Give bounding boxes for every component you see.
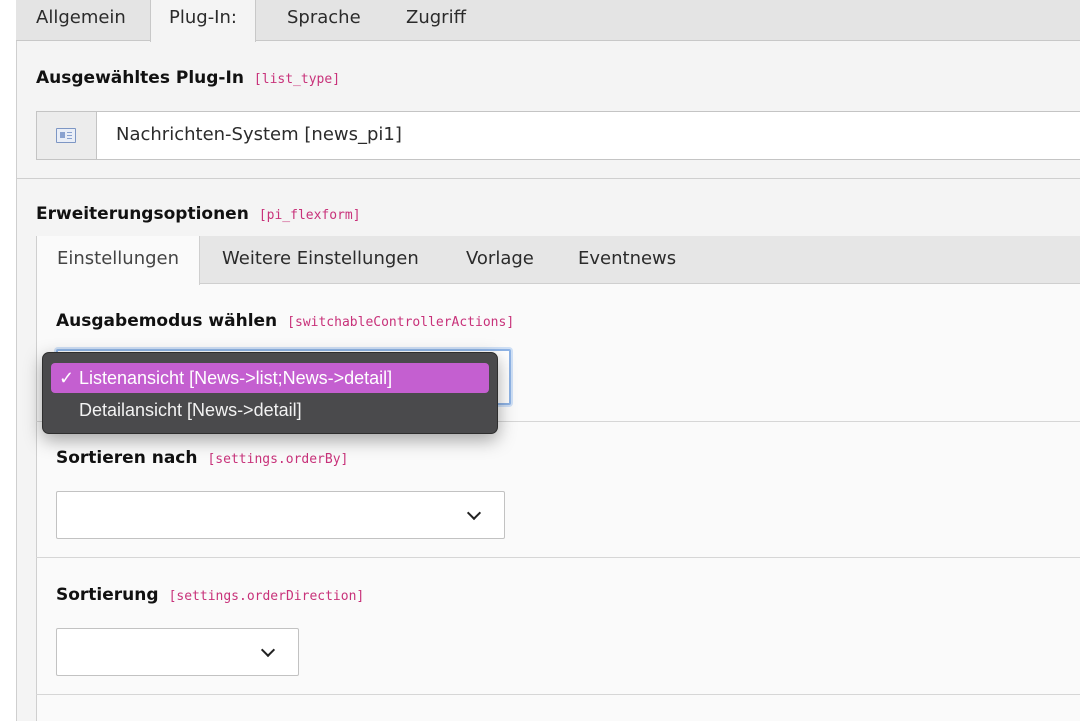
dropdown-option-label: Detailansicht [News->detail] <box>79 400 302 420</box>
plugin-field-label: Ausgewähltes Plug-In [list_type] <box>36 68 340 88</box>
chevron-down-icon <box>466 505 482 521</box>
flexform-key: [pi_flexform] <box>258 208 361 223</box>
tab-zugriff[interactable]: Zugriff <box>388 0 484 41</box>
order-direction-key: [settings.orderDirection] <box>168 589 365 604</box>
plugin-select[interactable]: Nachrichten-System [news_pi1] <box>36 111 1080 160</box>
flexform-label-text: Erweiterungsoptionen <box>36 204 249 224</box>
dropdown-option-label: Listenansicht [News->list;News->detail] <box>79 368 393 388</box>
field-divider <box>36 557 1080 558</box>
dropdown-option-listenansicht[interactable]: ✓ Listenansicht [News->list;News->detail… <box>51 363 489 393</box>
chevron-down-icon <box>260 642 276 658</box>
order-by-select[interactable] <box>56 491 505 539</box>
tab-eventnews[interactable]: Eventnews <box>558 236 696 284</box>
order-direction-select[interactable] <box>56 628 299 676</box>
output-mode-dropdown: ✓ Listenansicht [News->list;News->detail… <box>42 352 498 434</box>
output-mode-label-text: Ausgabemodus wählen <box>56 311 278 331</box>
order-by-label: Sortieren nach [settings.orderBy] <box>56 448 348 468</box>
main-tabbar: Allgemein Plug-In: Sprache Zugriff <box>16 0 1080 42</box>
tab-allgemein[interactable]: Allgemein <box>18 0 144 41</box>
dropdown-option-detailansicht[interactable]: Detailansicht [News->detail] <box>51 395 489 425</box>
flexform-tabbar: Einstellungen Weitere Einstellungen Vorl… <box>36 236 1080 285</box>
tab-vorlage[interactable]: Vorlage <box>446 236 554 284</box>
plugin-field-key: [list_type] <box>253 72 341 87</box>
order-direction-label-text: Sortierung <box>56 585 159 605</box>
order-by-label-text: Sortieren nach <box>56 448 198 468</box>
plugin-icon <box>56 128 76 143</box>
order-direction-label: Sortierung [settings.orderDirection] <box>56 585 364 605</box>
output-mode-key: [switchableControllerActions] <box>287 315 515 330</box>
plugin-select-value: Nachrichten-System [news_pi1] <box>116 124 402 145</box>
plugin-icon-box <box>37 112 97 159</box>
order-by-key: [settings.orderBy] <box>207 452 349 467</box>
section-divider <box>16 178 1080 179</box>
checkmark-icon: ✓ <box>59 368 75 388</box>
tab-sprache[interactable]: Sprache <box>269 0 379 41</box>
field-divider <box>36 694 1080 695</box>
plugin-field-label-text: Ausgewähltes Plug-In <box>36 68 244 88</box>
tab-plugin[interactable]: Plug-In: <box>150 0 256 42</box>
output-mode-label: Ausgabemodus wählen [switchableController… <box>56 311 514 331</box>
tab-einstellungen[interactable]: Einstellungen <box>36 236 201 285</box>
flexform-label: Erweiterungsoptionen [pi_flexform] <box>36 204 361 224</box>
tab-weitere-einstellungen[interactable]: Weitere Einstellungen <box>202 236 439 284</box>
